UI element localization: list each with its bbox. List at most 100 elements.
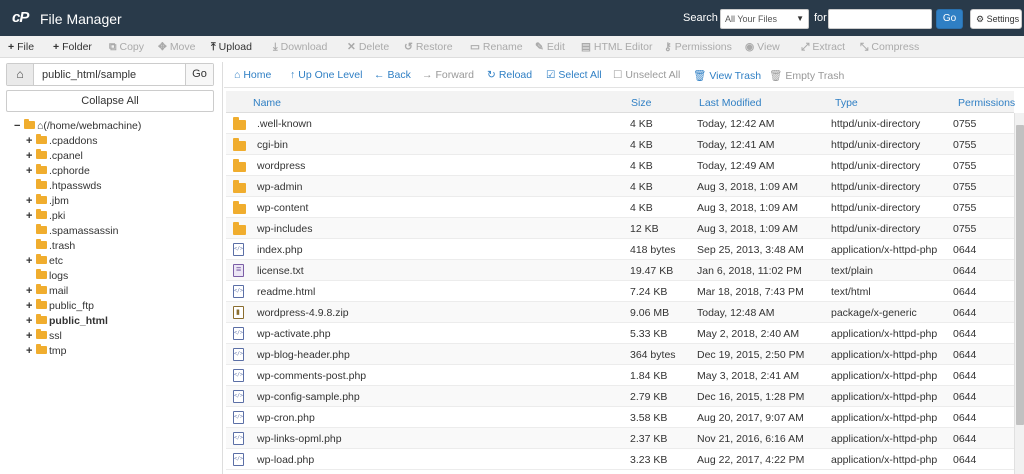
collapse-all-button[interactable]: Collapse All — [6, 90, 214, 112]
file-name[interactable]: index.php — [257, 244, 303, 256]
view-trash-button[interactable]: 🗑 View Trash — [693, 69, 761, 82]
table-row[interactable]: license.txt 19.47 KB Jan 6, 2018, 11:02 PM… — [226, 260, 1014, 281]
extract-button[interactable]: ⤢ Extract — [801, 41, 845, 54]
permissions-button[interactable]: ⚷ Permissions — [664, 41, 732, 53]
file-name[interactable]: wp-includes — [257, 223, 312, 235]
file-name[interactable]: wordpress-4.9.8.zip — [257, 307, 349, 319]
empty-trash-button[interactable]: 🗑 Empty Trash — [769, 69, 844, 82]
table-row[interactable]: index.php 418 bytes Sep 25, 2013, 3:48 AM a… — [226, 239, 1014, 260]
table-row[interactable]: wp-links-opml.php 2.37 KB Nov 21, 2016, 6:… — [226, 428, 1014, 449]
table-row[interactable]: wp-config-sample.php 2.79 KB Dec 16, 2015,… — [226, 386, 1014, 407]
expand-icon[interactable]: + — [26, 330, 36, 342]
new-file-button[interactable]: + File — [8, 41, 34, 53]
table-row[interactable]: wp-blog-header.php 364 bytes Dec 19, 2015,… — [226, 344, 1014, 365]
column-permissions-header[interactable]: Permissions — [958, 97, 1015, 109]
column-modified-header[interactable]: Last Modified — [699, 97, 761, 109]
expand-icon[interactable]: + — [26, 150, 36, 162]
expand-icon[interactable]: + — [26, 345, 36, 357]
settings-button[interactable]: ⚙ Settings — [970, 9, 1022, 29]
search-scope-select[interactable]: All Your Files ▼ — [720, 9, 809, 29]
expand-icon[interactable]: + — [26, 135, 36, 147]
table-row[interactable]: wp-cron.php 3.58 KB Aug 20, 2017, 9:07 AM a… — [226, 407, 1014, 428]
table-row[interactable]: wp-comments-post.php 1.84 KB May 3, 2018, … — [226, 365, 1014, 386]
tree-item-dot-cphorde[interactable]: + .cphorde — [26, 164, 90, 179]
nav-home-button[interactable]: ⌂ Home — [234, 69, 271, 81]
column-type-header[interactable]: Type — [835, 97, 858, 109]
expand-icon[interactable]: + — [26, 315, 36, 327]
compress-button[interactable]: ⤡ Compress — [860, 41, 919, 54]
file-name[interactable]: wp-load.php — [257, 454, 314, 466]
tree-item-dot-spamassassin[interactable]: .spamassassin — [26, 224, 118, 239]
forward-button[interactable]: → Forward — [422, 69, 474, 81]
expand-icon[interactable]: + — [26, 300, 36, 312]
reload-button[interactable]: ↻ Reload — [487, 69, 532, 81]
tree-item-tmp[interactable]: + tmp — [26, 344, 67, 359]
expand-icon[interactable]: + — [26, 210, 36, 222]
file-name[interactable]: wp-blog-header.php — [257, 349, 350, 361]
view-button[interactable]: ◉ View — [745, 41, 780, 53]
scrollbar-thumb[interactable] — [1016, 125, 1024, 425]
expand-icon[interactable]: + — [26, 165, 36, 177]
file-name[interactable]: wp-config-sample.php — [257, 391, 360, 403]
table-row[interactable]: wp-content 4 KB Aug 3, 2018, 1:09 AM httpd/… — [226, 197, 1014, 218]
edit-button[interactable]: ✎ Edit — [535, 41, 565, 53]
file-name[interactable]: wp-comments-post.php — [257, 370, 366, 382]
file-name[interactable]: cgi-bin — [257, 139, 288, 151]
download-button[interactable]: ⤓ Download — [273, 41, 327, 54]
file-name[interactable]: wp-links-opml.php — [257, 433, 342, 445]
tree-item-public-html[interactable]: + public_html — [26, 314, 108, 329]
delete-button[interactable]: ✕ Delete — [347, 41, 389, 53]
expand-icon[interactable]: + — [26, 255, 36, 267]
tree-item-dot-pki[interactable]: + .pki — [26, 209, 65, 224]
file-name[interactable]: .well-known — [257, 118, 312, 130]
file-name[interactable]: readme.html — [257, 286, 315, 298]
tree-item-dot-trash[interactable]: .trash — [26, 239, 75, 254]
tree-item-dot-jbm[interactable]: + .jbm — [26, 194, 69, 209]
file-name[interactable]: license.txt — [257, 265, 304, 277]
search-go-button[interactable]: Go — [936, 9, 963, 29]
html-editor-button[interactable]: ▤ HTML Editor — [581, 41, 652, 53]
new-folder-button[interactable]: + Folder — [53, 41, 92, 53]
move-button[interactable]: ✥ Move — [158, 41, 196, 53]
back-button[interactable]: ← Back — [374, 69, 411, 81]
copy-button[interactable]: ⧉ Copy — [109, 41, 144, 54]
unselect-all-button[interactable]: ☐ Unselect All — [613, 69, 680, 81]
expand-icon[interactable]: + — [26, 285, 36, 297]
tree-item-dot-cpaddons[interactable]: + .cpaddons — [26, 134, 97, 149]
table-row[interactable]: wp-load.php 3.23 KB Aug 22, 2017, 4:22 PM a… — [226, 449, 1014, 470]
path-input[interactable]: public_html/sample — [42, 69, 136, 81]
up-one-level-button[interactable]: ↑ Up One Level — [290, 69, 362, 81]
tree-item-public-ftp[interactable]: + public_ftp — [26, 299, 94, 314]
tree-item-logs[interactable]: logs — [26, 269, 68, 284]
tree-item-dot-cpanel[interactable]: + .cpanel — [26, 149, 83, 164]
tree-item-ssl[interactable]: + ssl — [26, 329, 62, 344]
select-all-button[interactable]: ☑ Select All — [546, 69, 602, 81]
tree-item-etc[interactable]: + etc — [26, 254, 63, 269]
table-row[interactable]: wp-admin 4 KB Aug 3, 2018, 1:09 AM httpd/un… — [226, 176, 1014, 197]
tree-item-mail[interactable]: + mail — [26, 284, 68, 299]
vertical-scrollbar[interactable] — [1014, 113, 1024, 474]
file-name[interactable]: wp-activate.php — [257, 328, 331, 340]
tree-root[interactable]: − ⌂(/home/webmachine) — [14, 119, 141, 134]
path-go-button[interactable]: Go — [185, 64, 213, 85]
restore-button[interactable]: ↺ Restore — [404, 41, 453, 53]
rename-button[interactable]: ▭ Rename — [470, 41, 523, 53]
file-name[interactable]: wp-admin — [257, 181, 303, 193]
table-row[interactable]: wordpress 4 KB Today, 12:49 AM httpd/unix-d… — [226, 155, 1014, 176]
panel-splitter[interactable] — [222, 62, 223, 474]
home-icon[interactable]: ⌂ — [7, 64, 34, 85]
table-row[interactable]: wordpress-4.9.8.zip 9.06 MB Today, 12:48 A… — [226, 302, 1014, 323]
search-input[interactable] — [828, 9, 932, 29]
column-size-header[interactable]: Size — [631, 97, 651, 109]
table-row[interactable]: cgi-bin 4 KB Today, 12:41 AM httpd/unix-dir… — [226, 134, 1014, 155]
tree-item-dot-htpasswds[interactable]: .htpasswds — [26, 179, 102, 194]
upload-button[interactable]: ⤒ Upload — [211, 41, 252, 54]
table-row[interactable]: readme.html 7.24 KB Mar 18, 2018, 7:43 PM t… — [226, 281, 1014, 302]
file-name[interactable]: wordpress — [257, 160, 305, 172]
table-row[interactable]: wp-activate.php 5.33 KB May 2, 2018, 2:40 … — [226, 323, 1014, 344]
collapse-icon[interactable]: − — [14, 120, 24, 132]
file-name[interactable]: wp-cron.php — [257, 412, 315, 424]
table-row[interactable]: wp-includes 12 KB Aug 3, 2018, 1:09 AM http… — [226, 218, 1014, 239]
table-row[interactable]: .well-known 4 KB Today, 12:42 AM httpd/unix… — [226, 113, 1014, 134]
file-name[interactable]: wp-content — [257, 202, 308, 214]
